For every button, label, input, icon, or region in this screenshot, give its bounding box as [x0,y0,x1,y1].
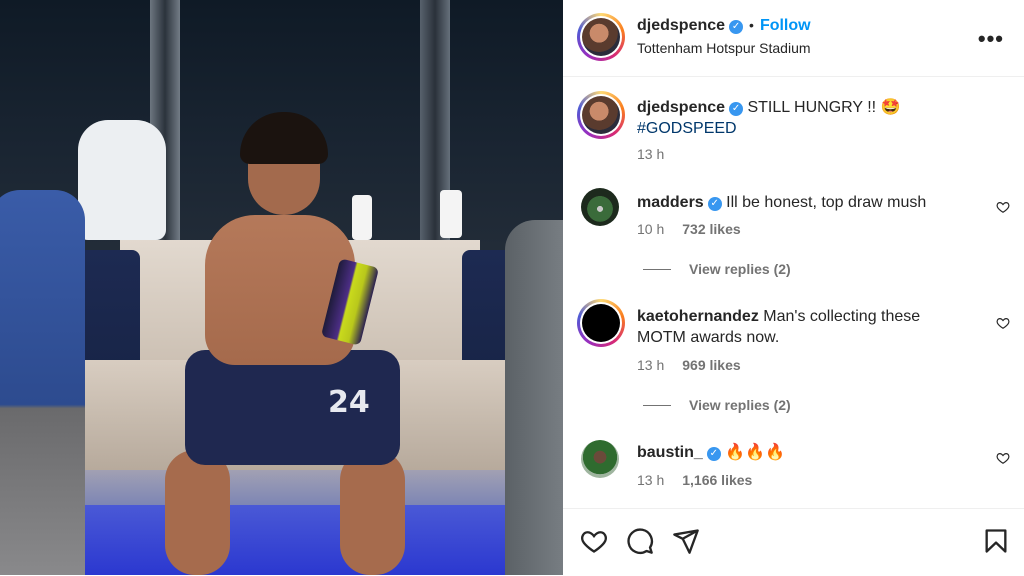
verified-icon: ✓ [706,447,721,461]
view-replies-label: View replies (2) [689,397,791,413]
caption: djedspence ✓ STILL HUNGRY !! 🤩 #GODSPEED [637,97,997,139]
verified-icon: ✓ [729,20,744,34]
comment-text: Ill be honest, top draw mush [726,194,927,211]
comment-timestamp[interactable]: 10 h [637,221,664,237]
comment-likes[interactable]: 969 likes [682,357,740,373]
comment-username[interactable]: madders [637,194,704,211]
comment-meta: 13 h 969 likes [637,357,741,375]
shirt-number: 24 [328,385,370,420]
white-bag [78,120,166,240]
comment-icon[interactable] [626,527,654,555]
post-panel: djedspence ✓ • Follow Tottenham Hotspur Sta… [563,0,1024,575]
header-title-row: djedspence ✓ • Follow [637,17,811,35]
share-icon[interactable] [672,527,700,555]
comment-avatar[interactable] [581,188,619,226]
separator-dot: • [749,17,754,33]
comment-avatar[interactable] [581,440,619,478]
follow-button[interactable]: Follow [760,17,811,34]
hashtag-link[interactable]: #GODSPEED [637,120,737,137]
view-replies-button[interactable]: View replies (2) [643,397,791,413]
like-comment-heart-icon[interactable] [996,200,1010,214]
comment-timestamp[interactable]: 13 h [637,357,664,373]
comment-username[interactable]: baustin_ [637,444,703,461]
caption-username[interactable]: djedspence [637,99,725,116]
comment-likes[interactable]: 732 likes [682,221,740,237]
comment-meta: 13 h 1,166 likes [637,472,752,490]
caption-avatar[interactable] [577,91,625,139]
teammate-right [505,220,563,575]
action-bar [563,508,1024,576]
post-header: djedspence ✓ • Follow Tottenham Hotspur Sta… [563,0,1024,77]
comment-timestamp[interactable]: 13 h [637,472,664,488]
view-replies-button[interactable]: View replies (2) [643,261,791,277]
replies-divider [643,405,671,406]
author-username[interactable]: djedspence [637,17,725,34]
heart-icon[interactable] [580,527,608,555]
caption-text: STILL HUNGRY !! 🤩 [747,99,901,116]
floor [30,505,563,575]
replies-divider [643,269,671,270]
bottle-icon [440,190,462,238]
verified-icon: ✓ [707,197,722,211]
comment: baustin_ ✓ 🔥🔥🔥 [637,442,987,463]
comment-text: 🔥🔥🔥 [725,444,786,461]
view-replies-label: View replies (2) [689,261,791,277]
verified-icon: ✓ [729,102,744,116]
comment: kaetohernandez Man's collecting these MO… [637,306,967,348]
more-options-icon[interactable]: ••• [978,26,1004,52]
comment-meta: 10 h 732 likes [637,221,741,239]
bottle-icon [352,195,372,240]
post-photo[interactable]: 24 [0,0,563,575]
caption-timestamp[interactable]: 13 h [637,146,664,162]
comment-username[interactable]: kaetohernandez [637,308,759,325]
author-avatar[interactable] [577,13,625,61]
player-leg-right [340,450,405,575]
comment-avatar[interactable] [577,299,625,347]
comment: madders ✓ Ill be honest, top draw mush [637,192,987,213]
like-comment-heart-icon[interactable] [996,316,1010,330]
teammate-left [0,190,85,575]
bookmark-icon[interactable] [982,527,1010,555]
like-comment-heart-icon[interactable] [996,451,1010,465]
comment-likes[interactable]: 1,166 likes [682,472,752,488]
player-leg-left [165,450,230,575]
location-link[interactable]: Tottenham Hotspur Stadium [637,40,811,56]
